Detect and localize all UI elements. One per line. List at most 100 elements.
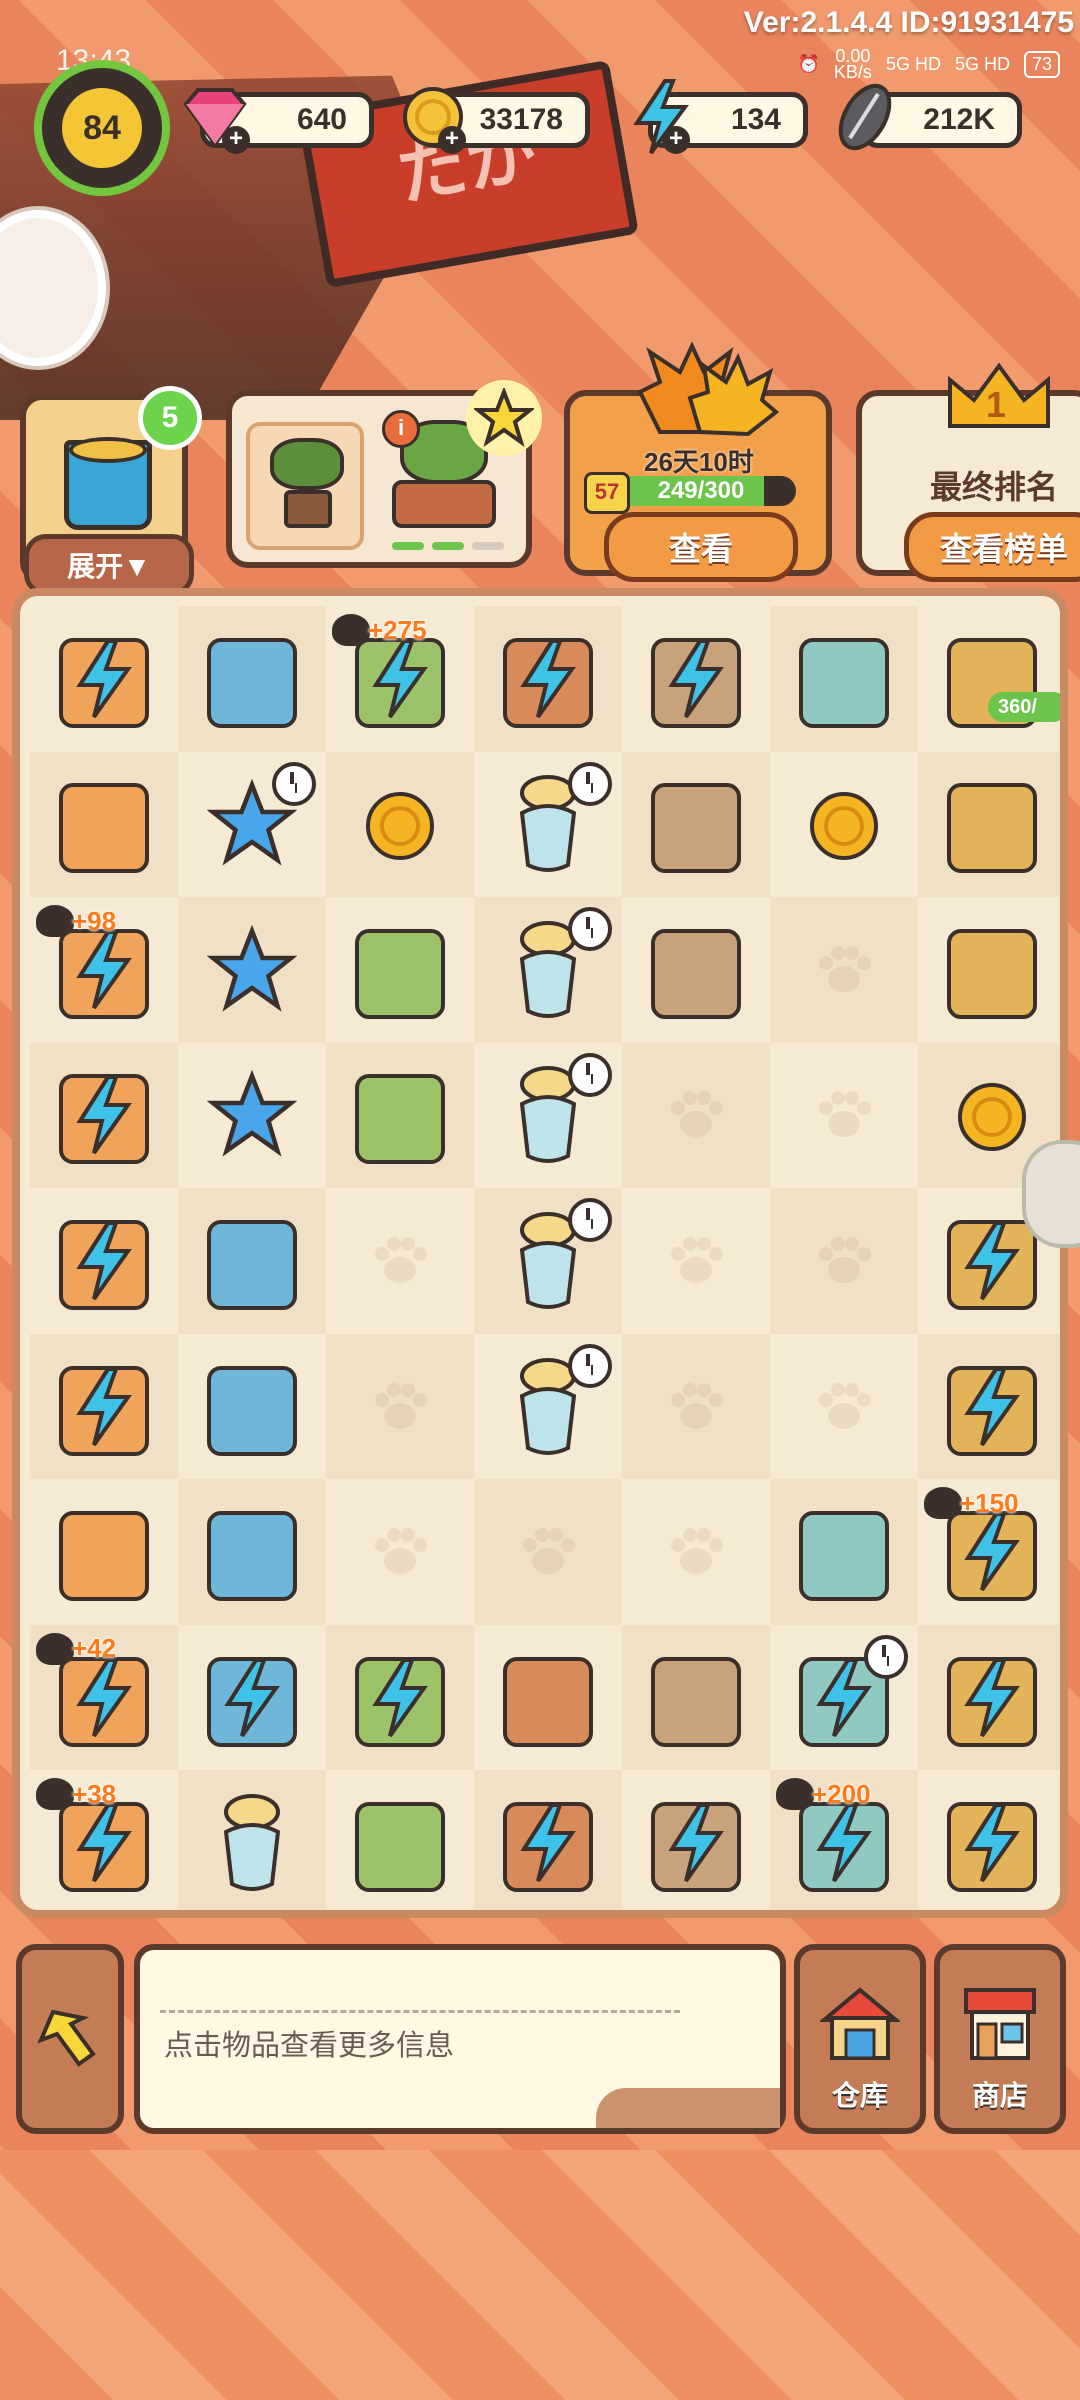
board-cell[interactable] (326, 1624, 474, 1771)
player-level-badge[interactable]: 84 (34, 60, 170, 196)
paw-print-icon (370, 1525, 430, 1579)
board-cell[interactable] (474, 1770, 622, 1910)
board-cell[interactable] (30, 1042, 178, 1189)
energy-bolt-icon (962, 1512, 1022, 1592)
board-cell[interactable] (474, 752, 622, 898)
board-cell[interactable] (30, 1479, 178, 1625)
board-cell[interactable] (30, 606, 178, 752)
board-cell[interactable] (918, 1333, 1060, 1480)
floor-decoration (0, 2150, 1080, 2400)
board-cell[interactable] (622, 1770, 770, 1910)
board-cell[interactable] (30, 1333, 178, 1480)
axe-icon (933, 911, 1051, 1029)
board-cell[interactable] (178, 1043, 326, 1189)
warehouse-button[interactable]: 仓库 (794, 1944, 926, 2134)
board-cell[interactable] (30, 751, 178, 898)
board-cell[interactable]: +275 (326, 606, 474, 752)
board-cell[interactable] (326, 1042, 474, 1189)
board-cell[interactable]: +98 (30, 897, 178, 1043)
info-icon[interactable]: i (382, 410, 420, 448)
board-cell[interactable] (326, 897, 474, 1043)
board-cell[interactable] (918, 1770, 1060, 1910)
shop-button[interactable]: 商店 (934, 1944, 1066, 2134)
energy-cost-value: +150 (960, 1487, 1019, 1518)
board-cell[interactable] (622, 897, 770, 1043)
board-cell[interactable] (770, 1043, 918, 1189)
board-cell[interactable] (474, 1188, 622, 1334)
board-cell[interactable] (770, 1334, 918, 1480)
board-cell[interactable] (770, 1188, 918, 1334)
board-cell[interactable] (178, 1770, 326, 1910)
board-cell[interactable] (178, 752, 326, 898)
board-cell[interactable] (474, 606, 622, 752)
gen-cart-icon (933, 1639, 1051, 1757)
energy-bolt-icon (74, 1075, 134, 1155)
player-level: 84 (57, 83, 147, 173)
board-cell[interactable] (326, 751, 474, 898)
board-cell[interactable] (326, 1333, 474, 1480)
board-cell[interactable] (30, 1188, 178, 1334)
board-cell[interactable] (622, 751, 770, 898)
maple-leaf-icon (630, 341, 780, 442)
paw-print-icon (370, 1234, 430, 1288)
board-cell[interactable] (474, 897, 622, 1043)
board-cell[interactable] (474, 1043, 622, 1189)
board-cell[interactable] (622, 1479, 770, 1625)
side-close-icon[interactable] (1022, 1140, 1080, 1248)
cat-icon (36, 1778, 74, 1811)
board-cell[interactable] (326, 1188, 474, 1334)
add-coins-icon[interactable]: + (438, 126, 466, 154)
board-cell[interactable] (178, 606, 326, 752)
board-cell[interactable]: +42 (30, 1624, 178, 1771)
board-cell[interactable] (918, 606, 1060, 752)
undo-button[interactable] (16, 1944, 124, 2134)
view-event-button[interactable]: 查看 (604, 512, 798, 582)
board-cell[interactable] (474, 1334, 622, 1480)
clock-icon (568, 1343, 612, 1388)
energy-bolt-icon (814, 1803, 874, 1883)
board-cell[interactable] (178, 1479, 326, 1625)
money-bag-icon (193, 1348, 311, 1466)
board-cell[interactable]: +38 (30, 1770, 178, 1910)
board-cell[interactable] (770, 1625, 918, 1771)
board-cell[interactable] (622, 606, 770, 752)
expand-button[interactable]: 展开▼ (24, 534, 194, 596)
paw-print-icon (814, 1380, 874, 1434)
clock-icon (568, 907, 612, 952)
gen-toolbox-icon (45, 1202, 163, 1320)
board-cell[interactable] (178, 897, 326, 1043)
board-cell[interactable] (326, 1770, 474, 1910)
board-cell[interactable] (918, 751, 1060, 898)
battery-level: 73 (1023, 50, 1060, 78)
gen-bucket-icon (637, 620, 755, 738)
board-cell[interactable] (178, 1334, 326, 1480)
board-cell[interactable] (474, 1625, 622, 1771)
board-cell[interactable] (178, 1188, 326, 1334)
board-cell[interactable] (622, 1624, 770, 1771)
board-cell[interactable] (622, 1188, 770, 1334)
board-cell[interactable] (770, 1479, 918, 1625)
board-cell[interactable] (918, 897, 1060, 1043)
board-cell[interactable]: +200 (770, 1770, 918, 1910)
cat-icon (36, 1632, 74, 1665)
board-cell[interactable] (474, 1479, 622, 1625)
event-progress-text: 249/300 (657, 477, 745, 504)
view-leaderboard-button[interactable]: 查看榜单 (904, 512, 1080, 582)
board-cell[interactable] (918, 1624, 1060, 1771)
add-energy-icon[interactable]: + (662, 126, 690, 154)
board-cell[interactable] (622, 1333, 770, 1480)
add-gems-icon[interactable]: + (222, 126, 250, 154)
net-speed: 0.00 KB/s (834, 47, 872, 81)
board-cell[interactable] (622, 1042, 770, 1189)
board-cell[interactable]: +150 (918, 1479, 1060, 1625)
gen-cup-icon (193, 1639, 311, 1757)
board-cell[interactable] (770, 606, 918, 752)
arcade-icon (193, 620, 311, 738)
clock-icon (272, 761, 316, 806)
board-cell[interactable] (770, 752, 918, 898)
inventory-count-badge: 5 (138, 386, 202, 450)
board-cell[interactable] (326, 1479, 474, 1625)
board-cell[interactable] (178, 1625, 326, 1771)
energy-bolt-icon (74, 929, 134, 1010)
board-cell[interactable] (770, 897, 918, 1043)
